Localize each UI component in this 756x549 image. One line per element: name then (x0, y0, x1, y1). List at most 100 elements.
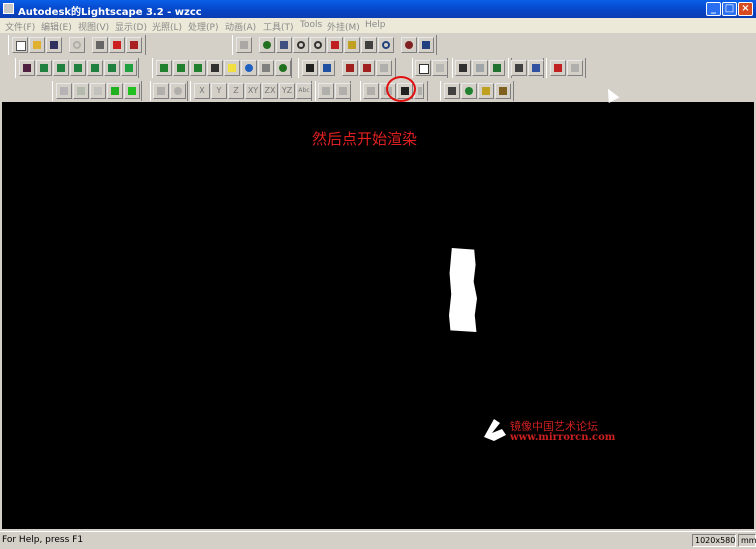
axis-yz-button[interactable]: YZ (279, 83, 295, 99)
pencil-icon (211, 64, 219, 72)
maximize-button[interactable]: □ (722, 2, 737, 16)
green-globe-icon (465, 87, 473, 95)
close-button[interactable]: × (738, 2, 753, 16)
axis-xy-button[interactable]: XY (245, 83, 261, 99)
watermark-url-text: www.mirrorcn.com (510, 432, 616, 443)
output-4-button[interactable] (495, 83, 511, 99)
person-icon (571, 64, 579, 72)
rotate-view-button[interactable] (276, 37, 292, 53)
tumble-icon (382, 41, 390, 49)
axis-abc-button[interactable]: Abc (296, 83, 312, 99)
zoom-window-button[interactable] (310, 37, 326, 53)
display-mode-5-button[interactable] (87, 60, 103, 76)
select-pick-button[interactable] (319, 60, 335, 76)
add-button[interactable] (550, 60, 566, 76)
axis-zx-button[interactable]: ZX (262, 83, 278, 99)
menu-animation[interactable]: 动画(A) (225, 20, 256, 33)
copy-button[interactable] (415, 60, 431, 76)
output-3-button[interactable] (478, 83, 494, 99)
list-button[interactable] (511, 60, 527, 76)
object-mode-7-button[interactable] (258, 60, 274, 76)
object-mode-5-button[interactable] (224, 60, 240, 76)
layer-3-button[interactable] (90, 83, 106, 99)
move-button[interactable] (153, 83, 169, 99)
toolbar-output-group (440, 81, 514, 101)
object-mode-6-button[interactable] (241, 60, 257, 76)
zoom-extents-button[interactable] (401, 37, 417, 53)
select-window-button[interactable] (342, 60, 358, 76)
undo-button[interactable] (69, 37, 85, 53)
title-bar: Autodesk的Lightscape 3.2 - wzcc _ □ × (0, 0, 756, 18)
green-cube-toggle-button[interactable] (107, 83, 123, 99)
green-cube-icon (160, 64, 168, 72)
green-cube-solid-button[interactable] (124, 83, 140, 99)
orbit-button[interactable] (259, 37, 275, 53)
output-2-button[interactable] (461, 83, 477, 99)
menu-help[interactable]: Help (365, 20, 386, 30)
print-button[interactable] (92, 37, 108, 53)
display-mode-7-button[interactable] (121, 60, 137, 76)
object-mode-8-button[interactable] (275, 60, 291, 76)
transform-1-button[interactable] (455, 60, 471, 76)
watermark-logo (484, 419, 506, 441)
view-camera-button[interactable] (236, 37, 252, 53)
display-mode-4-button[interactable] (70, 60, 86, 76)
layer-2-button[interactable] (73, 83, 89, 99)
menu-tools-cn[interactable]: 工具(T) (263, 20, 294, 33)
select-all-button[interactable] (376, 60, 392, 76)
snap-2-button[interactable] (335, 83, 351, 99)
object-mode-1-button[interactable] (156, 60, 172, 76)
paste-button[interactable] (432, 60, 448, 76)
cube-icon (91, 64, 99, 72)
view-properties-button[interactable] (418, 37, 434, 53)
walk-view-button[interactable] (361, 37, 377, 53)
menu-light[interactable]: 光照(L) (152, 20, 182, 33)
display-mode-1-button[interactable] (19, 60, 35, 76)
select-crossing-icon (363, 64, 371, 72)
snap-1-button[interactable] (318, 83, 334, 99)
select-crossing-button[interactable] (359, 60, 375, 76)
annotation-text: 然后点开始渲染 (312, 130, 418, 148)
menu-view[interactable]: 视图(V) (78, 20, 109, 33)
transform-2-button[interactable] (472, 60, 488, 76)
zoom-button[interactable] (293, 37, 309, 53)
new-file-icon (16, 41, 26, 51)
render-1-button[interactable] (363, 83, 379, 99)
axis-z-button[interactable]: Z (228, 83, 244, 99)
object-mode-3-button[interactable] (190, 60, 206, 76)
save-disk-icon (50, 41, 58, 49)
object-mode-2-button[interactable] (173, 60, 189, 76)
render-viewport[interactable]: 然后点开始渲染 镜像中国艺术论坛 www.mirrorcn.com (2, 102, 754, 529)
minimize-button[interactable]: _ (706, 2, 721, 16)
display-mode-6-button[interactable] (104, 60, 120, 76)
menu-file[interactable]: 文件(F) (5, 20, 35, 33)
menu-process[interactable]: 处理(P) (188, 20, 218, 33)
object-mode-4-button[interactable] (207, 60, 223, 76)
snap-icon (322, 87, 330, 95)
select-button[interactable] (302, 60, 318, 76)
transform-icon (476, 64, 484, 72)
context-help-button[interactable] (126, 37, 142, 53)
save-button[interactable] (46, 37, 62, 53)
display-mode-2-button[interactable] (36, 60, 52, 76)
layer-1-button[interactable] (56, 83, 72, 99)
output-1-button[interactable] (444, 83, 460, 99)
tumble-button[interactable] (378, 37, 394, 53)
new-file-button[interactable] (12, 37, 28, 53)
menu-tools[interactable]: Tools (300, 20, 322, 30)
display-mode-3-button[interactable] (53, 60, 69, 76)
transform-3-button[interactable] (489, 60, 505, 76)
rotate-button[interactable] (170, 83, 186, 99)
filter-button[interactable] (528, 60, 544, 76)
remove-button[interactable] (567, 60, 583, 76)
dolly-button[interactable] (344, 37, 360, 53)
help-button[interactable] (109, 37, 125, 53)
menu-edit[interactable]: 编辑(E) (41, 20, 72, 33)
toolbar-list-group (508, 58, 544, 78)
open-file-button[interactable] (29, 37, 45, 53)
menu-plugins[interactable]: 外挂(M) (327, 20, 360, 33)
axis-x-button[interactable]: X (194, 83, 210, 99)
axis-y-button[interactable]: Y (211, 83, 227, 99)
menu-display[interactable]: 显示(D) (115, 20, 147, 33)
pan-button[interactable] (327, 37, 343, 53)
